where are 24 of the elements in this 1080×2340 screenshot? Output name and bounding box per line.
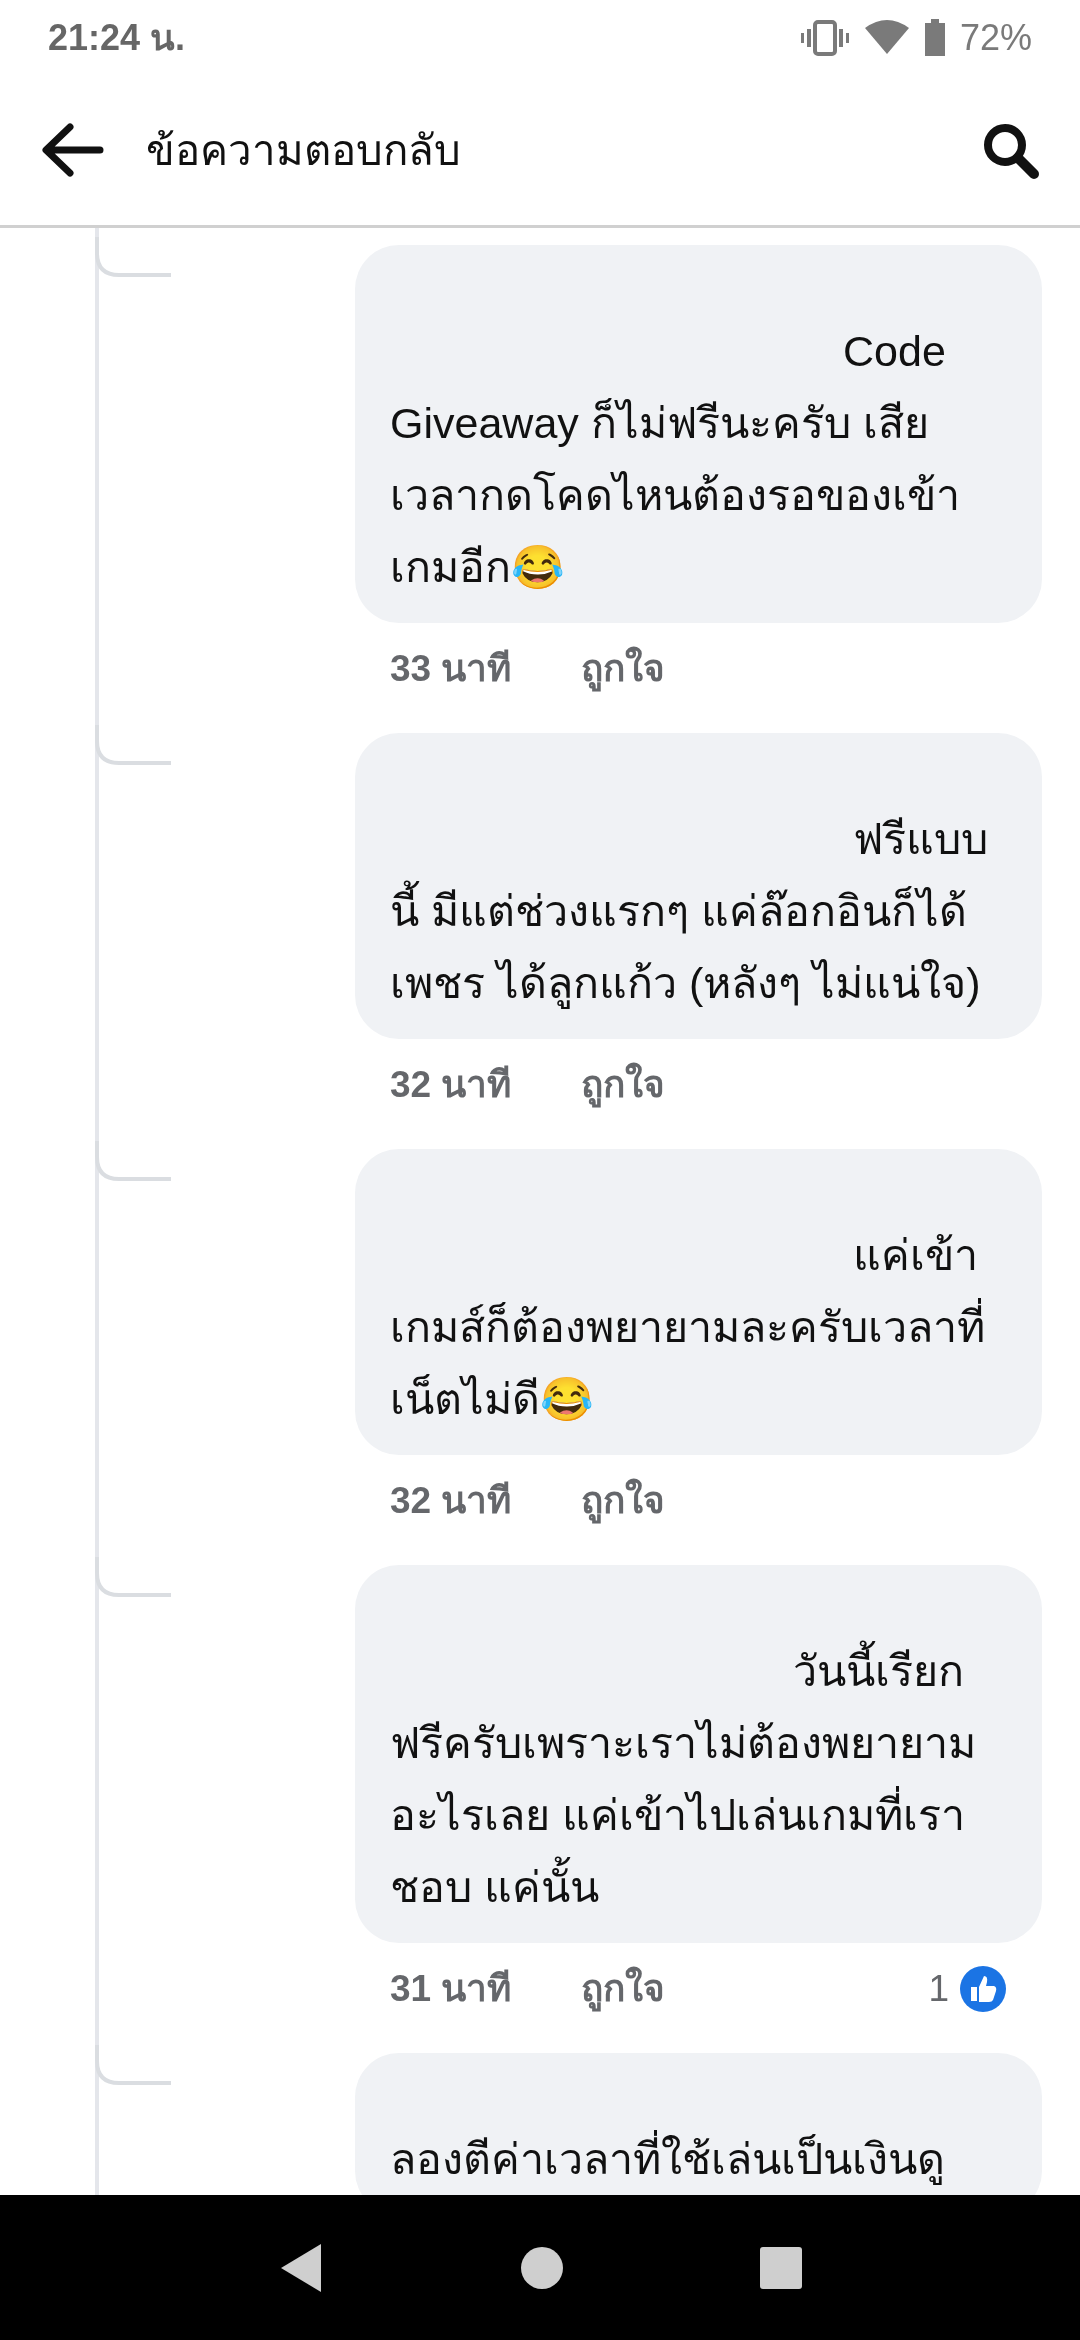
status-time: 21:24 น. [48,15,186,60]
home-nav-icon[interactable] [520,2245,564,2290]
back-arrow-icon[interactable] [40,122,104,178]
wifi-icon [863,19,910,56]
comment-time: 32 นาที [390,1063,512,1108]
comment-time: 31 นาที [390,1967,512,2012]
comment-text: ฟรีแบบนี้ มีแต่ช่วงแรกๆ แค่ล๊อกอินก็ได้เพชร ได้ลูกแก้ว (หลังๆ ไม่แน่ใจ) [390,814,989,1011]
like-link[interactable]: ถูกใจ [581,1473,666,1529]
comment-text: ลองตีค่าเวลาที่ใช้เล่นเป็นเงินดู [390,2123,1007,2195]
like-link[interactable]: ถูกใจ [581,1057,666,1113]
battery-percent: 72% [959,15,1032,60]
like-link[interactable]: ถูกใจ [581,1961,666,2017]
comment-time: 32 นาที [390,1479,512,1524]
like-link[interactable]: ถูกใจ [581,641,666,697]
comment-text: วันนี้เรียกฟรีครับเพราะเราไม่ต้องพยายามอะไรเลย แค่เข้าไปเล่นเกมที่เราชอบ แค่นั้น [390,1635,1007,1923]
recents-nav-icon[interactable] [758,2245,803,2290]
battery-icon [923,18,946,57]
vibrate-icon [799,19,850,56]
comment-time: 33 นาที [390,647,512,692]
reaction-count: 1 [928,1967,949,2012]
comment-text: Code Giveaway ก็ไม่ฟรีนะครับ เสียเวลากดโคดไหนต้องรอของเข้าเกมอีก😂 [390,326,961,593]
comment-text: แค่เข้าเกมส์ก็ต้องพยายามละครับเวลาที่เน็ตไม่ดี😂 [390,1230,986,1425]
page-title: ข้อความตอบกลับ [146,125,462,176]
thumbs-up-icon [959,1965,1007,2013]
